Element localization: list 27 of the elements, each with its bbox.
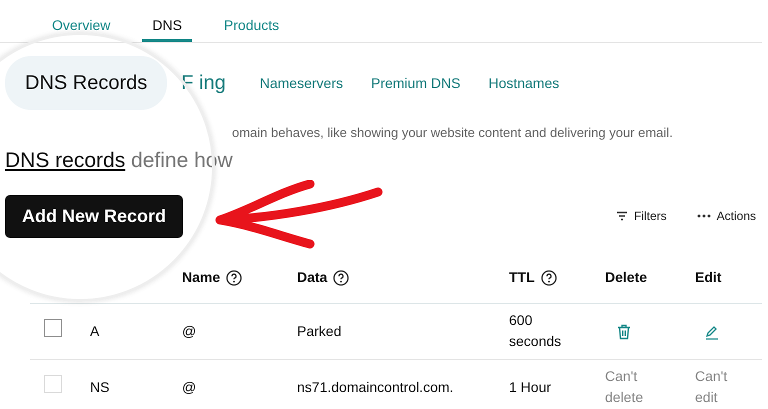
sub-tab[interactable]: Hostnames (474, 66, 574, 100)
nav-tab[interactable]: Overview (42, 0, 120, 42)
table-cell: A (90, 322, 100, 338)
sub-tab[interactable]: Premium DNS (356, 66, 474, 100)
nav-tab[interactable]: DNS (142, 0, 192, 42)
column-header: TTL (509, 268, 535, 288)
table-cell: @ (182, 378, 196, 394)
table-cell: ns71.domaincontrol.com. (297, 378, 454, 394)
dns-records-link[interactable]: DNS records (5, 149, 126, 172)
description-text: omain behaves, like showing your website content and delivering your email. (232, 124, 674, 142)
table-cell-text: 1 Hour (509, 378, 552, 396)
actions-button[interactable]: Actions (690, 206, 762, 226)
cant-delete-text: Can't delete (605, 367, 644, 407)
cant-edit-text: Can't edit (695, 367, 728, 407)
column-header: Delete (605, 268, 648, 288)
filters-button[interactable]: Filters (610, 206, 673, 226)
column-header: Data (297, 268, 328, 288)
column-header: Name (182, 268, 220, 288)
nav-tab[interactable]: Products (214, 0, 290, 42)
table-cell: @ (182, 322, 196, 338)
table-cell: Parked (297, 322, 342, 338)
column-header: Edit (695, 268, 722, 288)
table-cell: NS (90, 378, 110, 394)
add-record-button[interactable]: Add New Record (5, 194, 184, 238)
table-cell-text: 600 seconds (509, 311, 562, 351)
sub-tab[interactable]: Nameservers (246, 66, 357, 100)
sub-tab[interactable]: DNS Records (5, 56, 168, 110)
